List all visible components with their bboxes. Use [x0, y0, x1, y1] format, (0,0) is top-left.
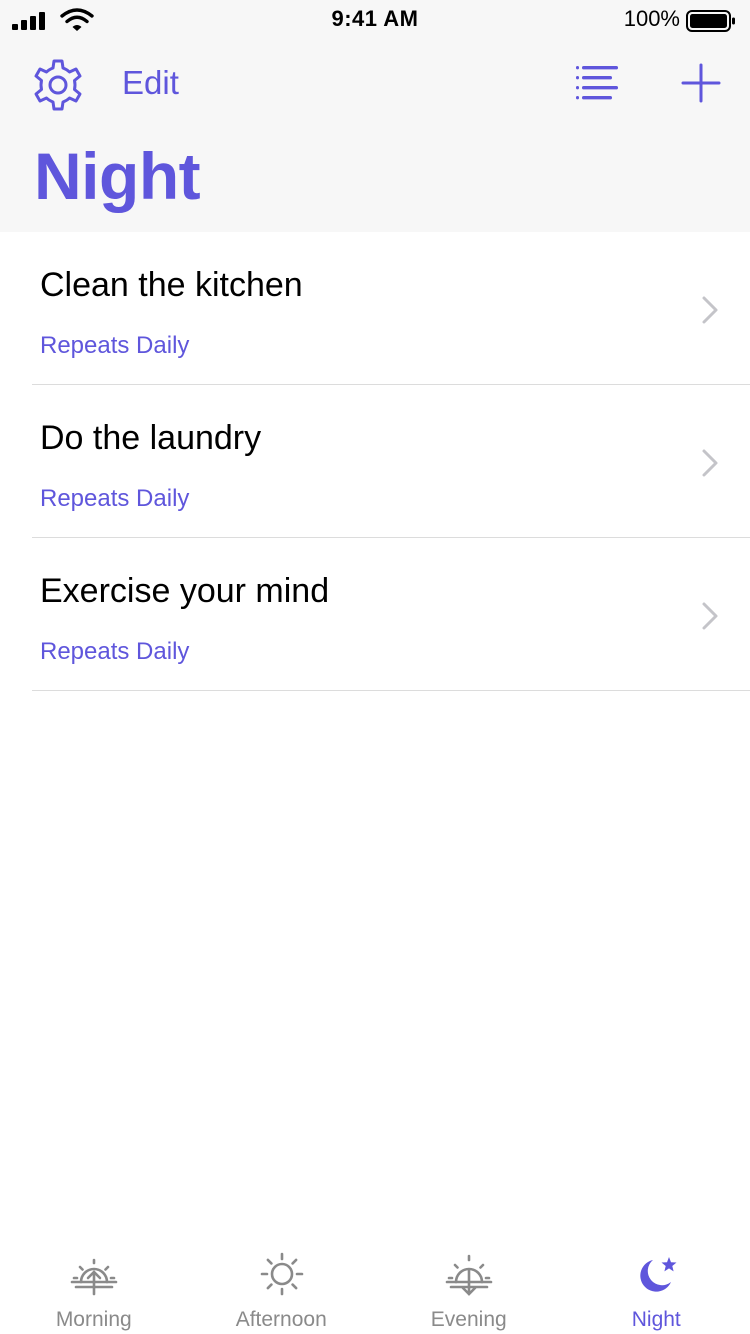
moon-star-icon	[639, 1257, 676, 1292]
page-title: Night	[34, 139, 201, 213]
plus-icon[interactable]	[680, 62, 722, 104]
tab-label: Evening	[430, 1308, 507, 1331]
chevron-right-icon	[702, 602, 718, 630]
list-item[interactable]: Exercise your mind Repeats Daily	[0, 538, 750, 691]
task-repeat-label: Repeats Daily	[40, 485, 190, 512]
task-title: Do the laundry	[40, 419, 262, 457]
list-item[interactable]: Do the laundry Repeats Daily	[0, 385, 750, 538]
tab-label: Night	[631, 1308, 681, 1331]
task-title: Exercise your mind	[40, 572, 330, 610]
header: 9:41 AM 100% Edit Night	[0, 0, 750, 232]
tab-evening[interactable]: Evening	[375, 1236, 563, 1334]
task-repeat-label: Repeats Daily	[40, 332, 190, 359]
battery-percent: 100%	[623, 6, 680, 31]
sun-icon	[260, 1252, 303, 1296]
tab-bar: Morning Afternoon Evening Night	[0, 1236, 750, 1334]
battery-icon	[686, 10, 735, 32]
screen: 9:41 AM 100% Edit Night Clean the kitche…	[0, 0, 750, 1334]
tab-morning[interactable]: Morning	[0, 1236, 188, 1334]
task-list: Clean the kitchen Repeats Daily Do the l…	[0, 232, 750, 691]
tab-label: Afternoon	[235, 1308, 327, 1331]
edit-button[interactable]: Edit	[122, 64, 179, 102]
chevron-right-icon	[702, 296, 718, 324]
tab-night[interactable]: Night	[563, 1236, 750, 1334]
gear-icon[interactable]	[30, 58, 86, 112]
status-bar: 9:41 AM 100%	[0, 0, 750, 40]
task-title: Clean the kitchen	[40, 266, 303, 304]
chevron-right-icon	[702, 449, 718, 477]
list-icon[interactable]	[572, 64, 622, 104]
sunrise-icon	[70, 1258, 118, 1296]
tab-label: Morning	[55, 1308, 132, 1331]
sunset-icon	[445, 1254, 493, 1296]
tab-afternoon[interactable]: Afternoon	[188, 1236, 376, 1334]
list-item[interactable]: Clean the kitchen Repeats Daily	[0, 232, 750, 385]
task-repeat-label: Repeats Daily	[40, 638, 190, 665]
